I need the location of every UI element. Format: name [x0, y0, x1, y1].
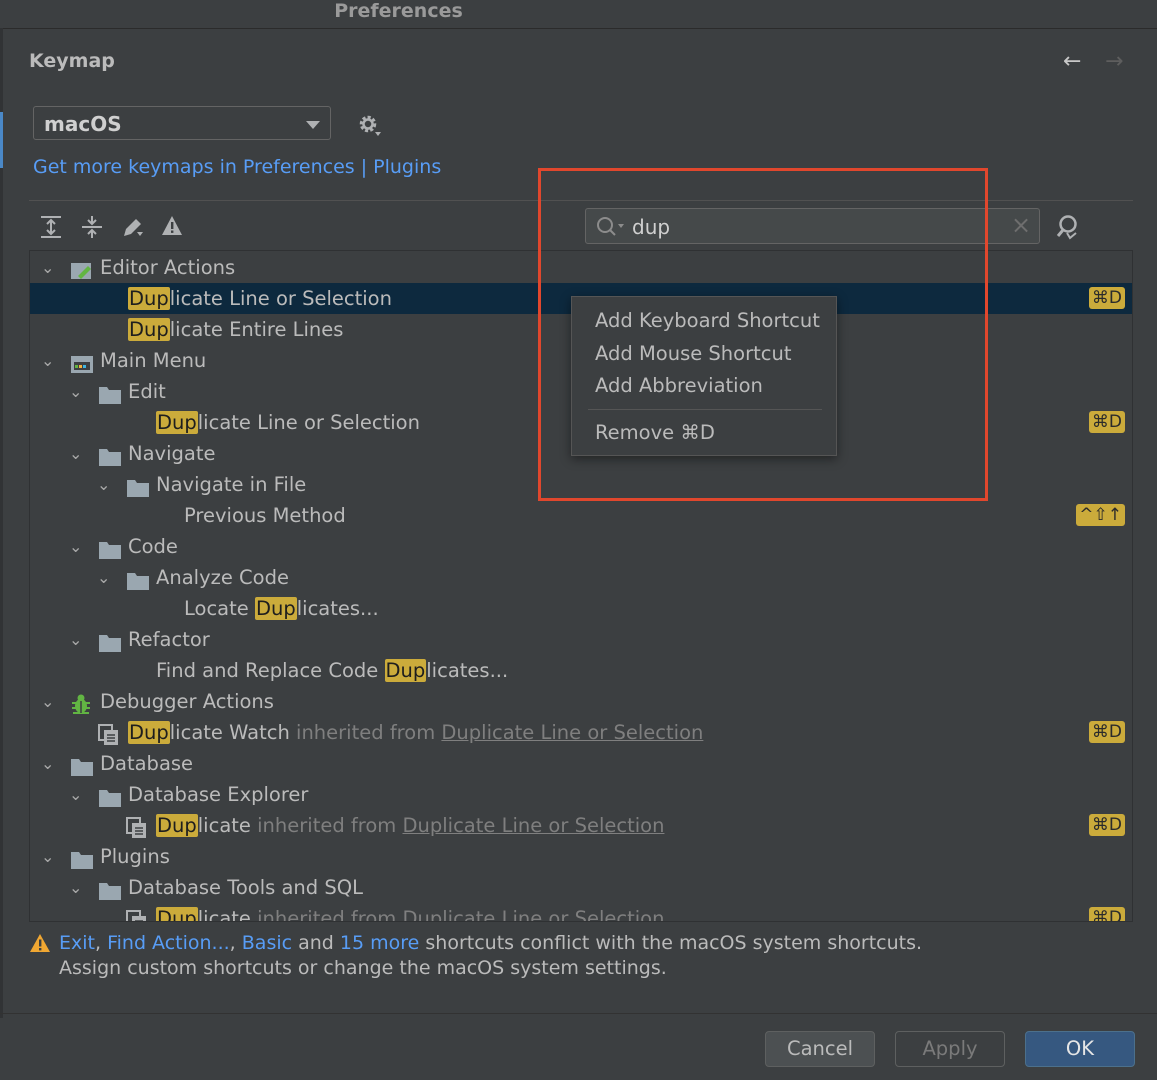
warning-filter-icon[interactable] — [161, 215, 183, 241]
title-bar: Preferences — [0, 0, 1157, 29]
chevron-down-icon[interactable]: ⌄ — [97, 469, 110, 500]
more-link[interactable]: 15 more — [340, 932, 419, 954]
tree-label: Main Menu — [100, 349, 207, 372]
tree-node-refactor[interactable]: ⌄ Refactor — [30, 624, 1132, 655]
chevron-down-icon[interactable]: ⌄ — [41, 252, 54, 283]
copy-icon — [126, 910, 148, 921]
tree-node-duplicate-db[interactable]: Duplicate inherited from Duplicate Line … — [30, 810, 1132, 841]
ok-button[interactable]: OK — [1025, 1031, 1135, 1067]
chevron-down-icon[interactable]: ⌄ — [41, 841, 54, 872]
tree-label: Find and Replace Code Duplicates... — [156, 659, 509, 682]
tree-label: Previous Method — [184, 504, 346, 527]
tree-label: Database Explorer — [128, 783, 309, 806]
chevron-down-icon[interactable]: ⌄ — [41, 748, 54, 779]
tree-label: Analyze Code — [156, 566, 289, 589]
apply-button[interactable]: Apply — [895, 1031, 1005, 1067]
chevron-down-icon[interactable]: ⌄ — [69, 624, 82, 655]
tree-node-duplicate-plugin[interactable]: Duplicate inherited from Duplicate Line … — [30, 903, 1132, 921]
expand-all-icon[interactable] — [40, 215, 62, 243]
tree-node-previous-method[interactable]: Previous Method ^⇧↑ — [30, 500, 1132, 531]
warning-icon — [29, 933, 51, 957]
tree-label: Database Tools and SQL — [128, 876, 363, 899]
conflict-warning-line1: Exit, Find Action..., Basic and 15 more … — [59, 932, 923, 954]
tree-label: Duplicate Entire Lines — [128, 318, 344, 341]
tree-label: Editor Actions — [100, 256, 236, 279]
chevron-down-icon[interactable]: ⌄ — [97, 562, 110, 593]
window-title: Preferences — [334, 0, 463, 22]
chevron-down-icon[interactable]: ⌄ — [69, 376, 82, 407]
gear-icon[interactable] — [356, 112, 382, 142]
shortcut-badge: ⌘D — [1088, 721, 1125, 743]
tree-label: Duplicate Line or Selection — [156, 411, 420, 434]
tree-node-database-explorer[interactable]: ⌄ Database Explorer — [30, 779, 1132, 810]
plugins-link[interactable]: Get more keymaps in Preferences | Plugin… — [33, 156, 441, 178]
exit-link[interactable]: Exit — [59, 932, 95, 954]
tree-label: Database — [100, 752, 194, 775]
tree-label: Plugins — [100, 845, 170, 868]
tree-label: Locate Duplicates... — [184, 597, 379, 620]
shortcut-badge: ⌘D — [1088, 814, 1125, 836]
tree-node-plugins[interactable]: ⌄ Plugins — [30, 841, 1132, 872]
tree-node-locate-duplicates[interactable]: Locate Duplicates... — [30, 593, 1132, 624]
conflict-warning-line2: Assign custom shortcuts or change the ma… — [59, 957, 667, 979]
shortcut-badge: ⌘D — [1088, 411, 1125, 433]
tree-label: Navigate in File — [156, 473, 307, 496]
cancel-button[interactable]: Cancel — [765, 1031, 875, 1067]
tree-label: Navigate — [128, 442, 216, 465]
chevron-down-icon — [306, 121, 320, 129]
tree-node-find-replace-duplicates[interactable]: Find and Replace Code Duplicates... — [30, 655, 1132, 686]
left-edge — [0, 28, 3, 1018]
annotation-highlight-box — [538, 168, 988, 501]
tree-node-debugger-actions[interactable]: ⌄ Debugger Actions — [30, 686, 1132, 717]
chevron-down-icon[interactable]: ⌄ — [41, 345, 54, 376]
chevron-down-icon[interactable]: ⌄ — [69, 779, 82, 810]
find-by-shortcut-icon[interactable] — [1056, 214, 1082, 244]
tree-label: Duplicate Watch inherited from Duplicate… — [128, 721, 704, 744]
tree-node-analyze-code[interactable]: ⌄ Analyze Code — [30, 562, 1132, 593]
tree-label: Duplicate inherited from Duplicate Line … — [156, 814, 665, 837]
find-action-link[interactable]: Find Action... — [107, 932, 230, 954]
page-title: Keymap — [29, 50, 115, 72]
tree-node-code[interactable]: ⌄ Code — [30, 531, 1132, 562]
basic-link[interactable]: Basic — [242, 932, 292, 954]
keymap-select-value: macOS — [44, 112, 122, 136]
collapse-all-icon[interactable] — [81, 215, 103, 243]
tree-node-database[interactable]: ⌄ Database — [30, 748, 1132, 779]
tree-label: Duplicate Line or Selection — [128, 287, 392, 310]
tree-label: Refactor — [128, 628, 210, 651]
chevron-down-icon[interactable]: ⌄ — [69, 872, 82, 903]
tree-label: Debugger Actions — [100, 690, 274, 713]
clear-search-icon[interactable]: × — [1011, 211, 1031, 239]
back-arrow-icon[interactable]: ← — [1063, 50, 1081, 74]
chevron-down-icon[interactable]: ⌄ — [69, 438, 82, 469]
shortcut-badge: ^⇧↑ — [1076, 504, 1125, 526]
tree-label: Code — [128, 535, 178, 558]
forward-arrow-icon[interactable]: → — [1105, 50, 1123, 74]
shortcut-badge: ⌘D — [1088, 907, 1125, 921]
shortcut-badge: ⌘D — [1088, 287, 1125, 309]
tree-label: Duplicate inherited from Duplicate Line … — [156, 903, 664, 921]
tree-node-database-tools[interactable]: ⌄ Database Tools and SQL — [30, 872, 1132, 903]
edit-shortcut-icon[interactable] — [121, 215, 145, 243]
keymap-select[interactable]: macOS — [33, 106, 331, 140]
chevron-down-icon[interactable]: ⌄ — [41, 686, 54, 717]
chevron-down-icon[interactable]: ⌄ — [69, 531, 82, 562]
tree-node-duplicate-watch[interactable]: Duplicate Watch inherited from Duplicate… — [30, 717, 1132, 748]
divider — [0, 1013, 1157, 1014]
tree-label: Edit — [128, 380, 166, 403]
left-selection-marker — [0, 112, 3, 168]
